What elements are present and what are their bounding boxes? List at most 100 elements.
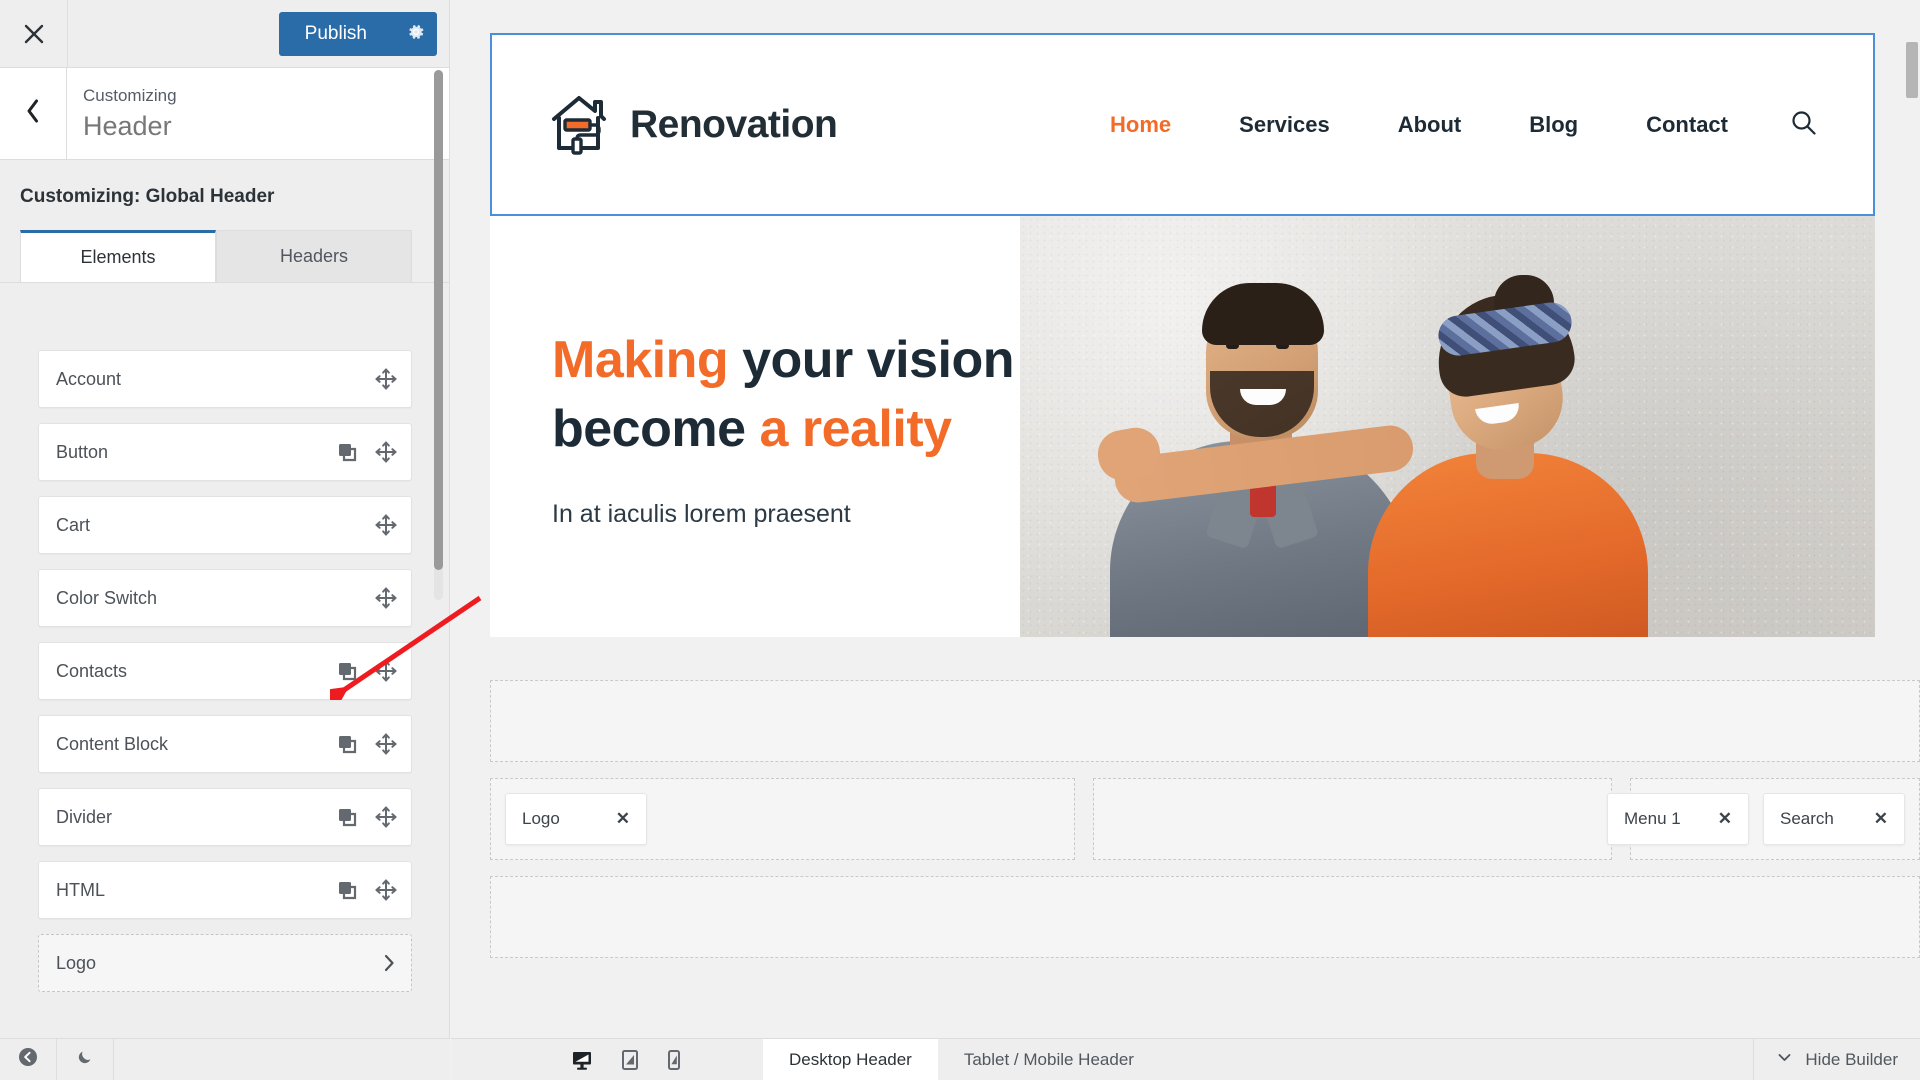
element-actions [337,806,411,828]
search-icon [1790,109,1817,141]
element-actions [375,587,411,609]
tablet-device-icon[interactable] [621,1049,639,1071]
drag-handle-icon[interactable] [375,806,397,828]
builder-chip[interactable]: Search ✕ [1763,793,1905,845]
hero-text: Making your vision become a reality In a… [490,216,1020,637]
close-customizer-button[interactable] [0,0,68,67]
tab-elements[interactable]: Elements [20,230,216,282]
remove-chip-button[interactable]: ✕ [616,809,630,829]
customizer-sidebar: Publish Customizing Header Customizing: … [0,0,450,1080]
element-row[interactable]: Contacts [38,642,412,700]
drag-handle-icon[interactable] [375,514,397,536]
panel-header: Customizing Header [0,68,449,160]
element-row[interactable]: HTML [38,861,412,919]
hero-photo [1020,216,1875,637]
tab-headers[interactable]: Headers [216,230,412,282]
drag-handle-icon[interactable] [375,368,397,390]
site-header[interactable]: Renovation Home Services About Blog Contact [490,33,1875,216]
chevron-down-icon [1776,1049,1793,1071]
nav-link-contact[interactable]: Contact [1612,112,1762,138]
builder-chip-label: Menu 1 [1624,809,1681,828]
preview-bottom-bar: Desktop Header Tablet / Mobile Header Hi… [451,1038,1920,1080]
duplicate-icon[interactable] [337,807,357,827]
builder-drop-zone[interactable] [490,680,1920,762]
panel-titles: Customizing Header [67,68,449,159]
hero-headline-accent-2: a reality [759,400,952,459]
builder-chip[interactable]: Menu 1 ✕ [1607,793,1749,845]
drag-handle-icon[interactable] [375,879,397,901]
element-row[interactable]: Logo [38,934,412,992]
element-row[interactable]: Button [38,423,412,481]
hero-headline-rest-2: become [552,400,760,459]
element-label: Color Switch [56,587,158,608]
mobile-device-icon[interactable] [667,1049,681,1071]
duplicate-icon[interactable] [337,661,357,681]
header-mode-tabs: Desktop Header Tablet / Mobile Header [763,1039,1160,1080]
publish-group: Publish [278,12,437,56]
hero-section: Making your vision become a reality In a… [490,216,1875,637]
tab-desktop-header[interactable]: Desktop Header [763,1039,938,1080]
duplicate-icon[interactable] [337,442,357,462]
tab-tablet-mobile-header[interactable]: Tablet / Mobile Header [938,1039,1160,1080]
sidebar-scrollbar-thumb[interactable] [434,70,443,570]
element-label: Logo [56,952,97,973]
element-row[interactable]: Color Switch [38,569,412,627]
publish-button[interactable]: Publish [278,12,393,56]
element-label: Button [56,441,109,462]
drag-handle-icon[interactable] [375,660,397,682]
nav-link-blog[interactable]: Blog [1495,112,1612,138]
dark-mode-toggle[interactable] [57,1039,114,1080]
builder-drop-zone[interactable]: Menu 1 ✕ Search ✕ [1607,778,1920,860]
element-label: Account [56,368,122,389]
builder-chip[interactable]: Logo ✕ [505,793,647,845]
site-logo[interactable]: Renovation [548,89,838,160]
element-actions [337,879,411,901]
builder-drop-zone[interactable] [1093,778,1612,860]
sidebar-scrollbar-track[interactable] [434,70,443,600]
element-row[interactable]: Cart [38,496,412,554]
drag-handle-icon[interactable] [375,733,397,755]
element-actions [337,733,411,755]
chevron-right-icon[interactable] [381,953,397,973]
element-row[interactable]: Account [38,350,412,408]
drag-handle-icon[interactable] [375,441,397,463]
panel-breadcrumb: Customizing [83,86,177,106]
preview-scrollbar-thumb[interactable] [1906,42,1918,98]
header-builder: Logo ✕ Menu 1 ✕ Search ✕ [490,680,1920,974]
builder-drop-zone[interactable]: Logo ✕ [490,778,1075,860]
back-button[interactable] [0,68,67,159]
drag-handle-icon[interactable] [375,587,397,609]
element-actions [375,368,411,390]
duplicate-icon[interactable] [337,734,357,754]
publish-settings-button[interactable] [393,12,437,56]
collapse-sidebar-button[interactable] [0,1039,57,1080]
builder-row: Logo ✕ Menu 1 ✕ Search ✕ [490,778,1920,860]
builder-drop-zone[interactable] [490,876,1920,958]
hero-headline-accent-1: Making [552,331,729,389]
duplicate-icon[interactable] [337,880,357,900]
nav-link-about[interactable]: About [1364,112,1496,138]
hide-builder-button[interactable]: Hide Builder [1753,1039,1920,1080]
builder-chip-label: Logo [522,809,560,828]
element-row[interactable]: Content Block [38,715,412,773]
elements-list[interactable]: Account Button Cart Color Switch Contacts Con… [0,328,450,1040]
site-search-button[interactable] [1762,109,1817,141]
desktop-device-icon[interactable] [571,1049,593,1071]
nav-link-home[interactable]: Home [1076,112,1205,138]
remove-chip-button[interactable]: ✕ [1718,809,1732,829]
hero-headline-rest-1: your vision [728,331,1014,389]
remove-chip-button[interactable]: ✕ [1874,809,1888,829]
element-row[interactable]: Divider [38,788,412,846]
element-label: Divider [56,806,113,827]
element-actions [337,660,411,682]
brand-name: Renovation [630,102,838,146]
element-label: HTML [56,879,105,900]
chevron-left-icon [23,98,43,129]
element-actions [381,953,411,973]
site-navigation: Home Services About Blog Contact [1076,112,1762,138]
moon-icon [76,1048,94,1071]
hero-headline: Making your vision become a reality [552,326,1020,464]
nav-link-services[interactable]: Services [1205,112,1364,138]
hide-builder-label: Hide Builder [1805,1049,1898,1069]
sidebar-bottom-bar [0,1038,450,1080]
